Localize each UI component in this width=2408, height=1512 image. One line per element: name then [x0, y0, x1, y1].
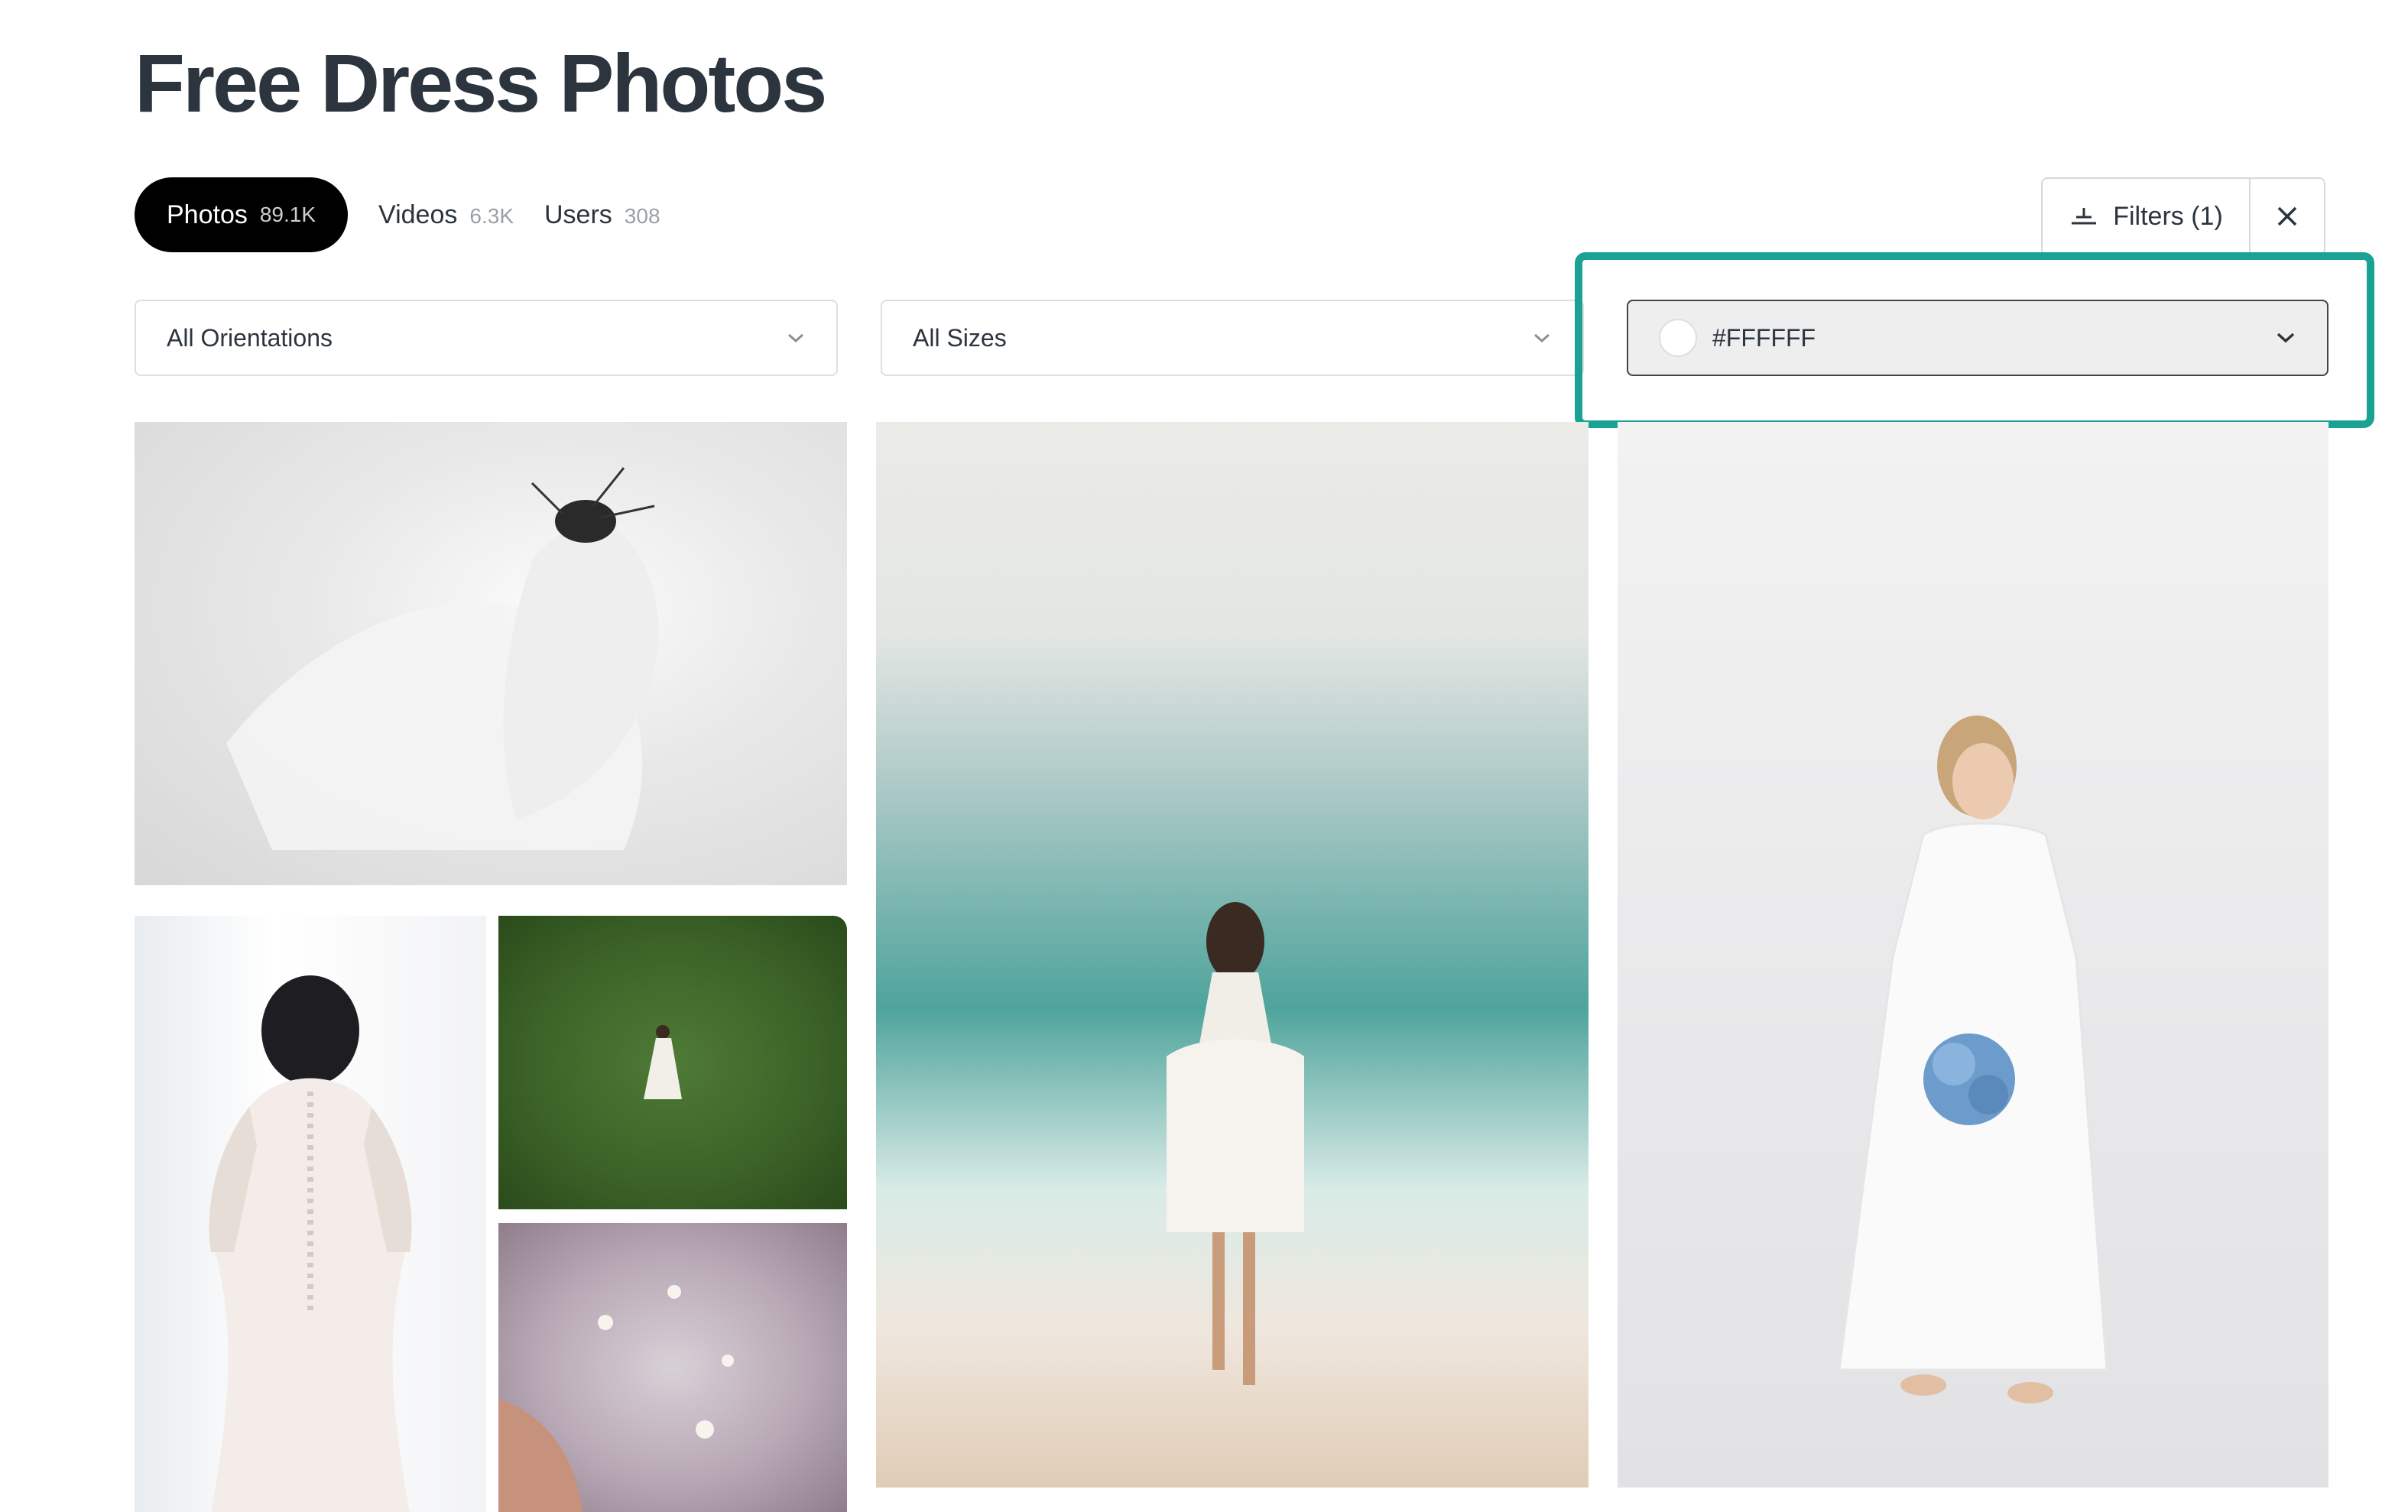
- filters-button-label: Filters (1): [2113, 201, 2223, 231]
- size-select-value: All Sizes: [913, 323, 1007, 352]
- color-select[interactable]: #FFFFFF: [1627, 300, 2328, 376]
- tab-videos-label: Videos: [378, 200, 458, 229]
- color-select-value: #FFFFFF: [1712, 323, 1816, 352]
- photo-bride-lace-back[interactable]: [135, 916, 486, 1512]
- size-select[interactable]: All Sizes: [881, 300, 1584, 376]
- tab-users-count: 308: [624, 203, 660, 228]
- filters-button[interactable]: Filters (1): [2043, 179, 2251, 254]
- tab-photos-count: 89.1K: [259, 203, 316, 226]
- photo-woman-white-dress-hydrangea[interactable]: [1618, 422, 2328, 1488]
- tab-photos-label: Photos: [167, 200, 248, 229]
- tab-users[interactable]: Users 308: [544, 200, 660, 230]
- orientation-select[interactable]: All Orientations: [135, 300, 838, 376]
- filters-toolbar: Filters (1): [2041, 177, 2325, 255]
- media-type-tabs: Photos 89.1K Videos 6.3K Users 308: [135, 177, 660, 252]
- orientation-select-value: All Orientations: [167, 323, 333, 352]
- tab-users-label: Users: [544, 200, 612, 229]
- chevron-down-icon: [1532, 332, 1552, 344]
- tab-videos[interactable]: Videos 6.3K: [378, 200, 514, 230]
- photo-woman-walking-into-sea[interactable]: [876, 422, 1589, 1488]
- photo-lace-beads-closeup[interactable]: [498, 1223, 847, 1512]
- sliders-icon: [2069, 205, 2099, 228]
- color-swatch: [1659, 319, 1697, 357]
- page-title: Free Dress Photos: [135, 37, 827, 129]
- close-icon: [2276, 205, 2299, 228]
- tab-videos-count: 6.3K: [469, 203, 514, 228]
- chevron-down-icon: [786, 332, 806, 344]
- chevron-down-icon: [2275, 331, 2296, 345]
- photo-woman-on-grass-aerial[interactable]: [498, 916, 847, 1209]
- tab-photos[interactable]: Photos 89.1K: [135, 177, 349, 252]
- clear-filters-button[interactable]: [2251, 179, 2324, 254]
- photo-dancer-white-fabric[interactable]: [135, 422, 847, 885]
